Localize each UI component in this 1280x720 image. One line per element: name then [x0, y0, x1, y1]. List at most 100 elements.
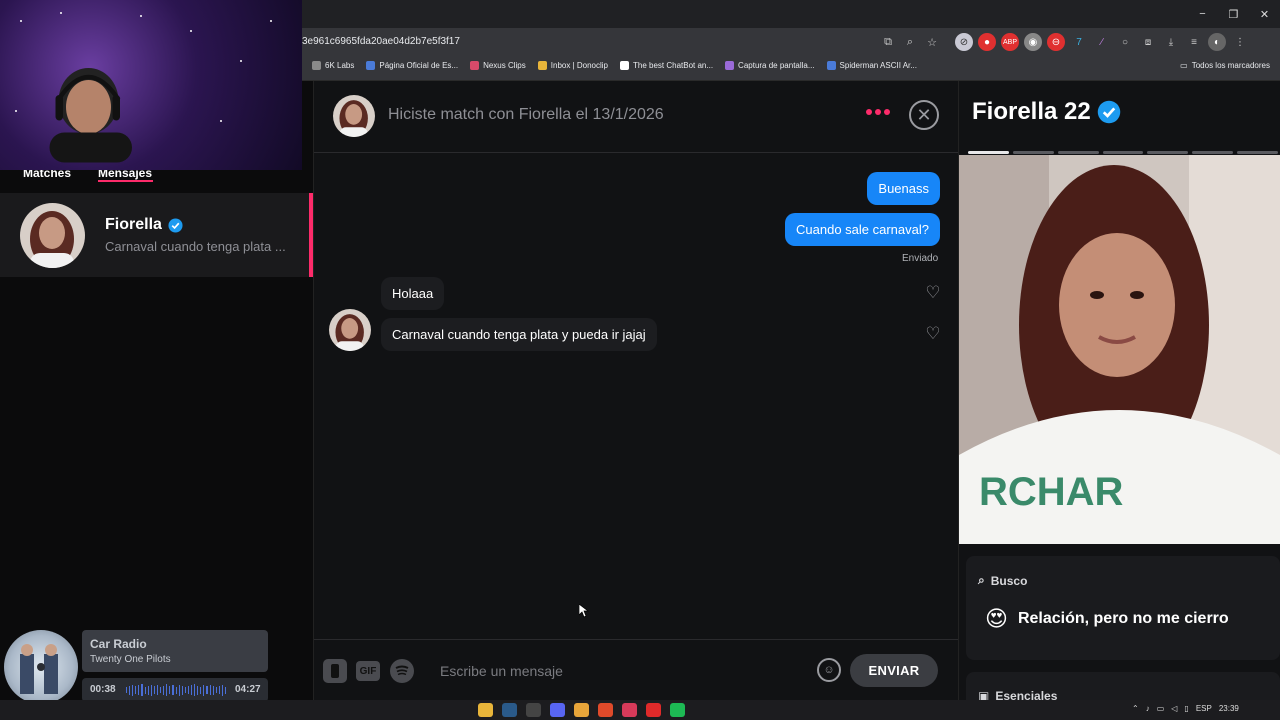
close-icon: ✕: [916, 104, 932, 125]
download-icon[interactable]: ⤓: [1162, 33, 1180, 51]
file-explorer-icon[interactable]: [478, 703, 493, 717]
bookmark-item[interactable]: Spiderman ASCII Ar...: [826, 61, 917, 70]
waveform-bar: [221, 684, 223, 696]
outgoing-message: Buenass: [867, 172, 940, 205]
svg-text:RCHAR: RCHAR: [979, 470, 1124, 514]
photo-indicator[interactable]: [1147, 151, 1189, 154]
profile-icon[interactable]: ◐: [1208, 33, 1226, 51]
restore-button[interactable]: ❐: [1218, 0, 1249, 28]
song-artist: Twenty One Pilots: [90, 654, 171, 665]
network-icon[interactable]: ▭: [1157, 704, 1165, 713]
waveform-bar: [153, 686, 155, 694]
url-text[interactable]: 3e961c6965fda20ae04d2b7e5f3f17: [302, 36, 460, 47]
clock[interactable]: 23:39: [1219, 704, 1239, 713]
chevron-up-icon[interactable]: ⌃: [1132, 704, 1139, 713]
incoming-message: Carnaval cuando tenga plata y pueda ir j…: [381, 318, 657, 351]
like-heart-icon[interactable]: ♡: [924, 325, 942, 343]
more-options-button[interactable]: [866, 109, 890, 115]
bookmark-favicon-icon: [620, 61, 629, 70]
send-button[interactable]: ENVIAR: [850, 654, 938, 687]
extension-icon[interactable]: ∕: [1093, 33, 1111, 51]
song-total-time: 04:27: [235, 684, 261, 695]
install-app-icon[interactable]: ⧉: [880, 33, 896, 51]
waveform-bar: [206, 686, 208, 694]
sticker-button[interactable]: [323, 659, 347, 683]
waveform-bar: [194, 684, 196, 696]
mouse-cursor-icon: [579, 604, 589, 618]
waveform-bar: [190, 685, 193, 695]
like-heart-icon[interactable]: ♡: [924, 284, 942, 302]
avatar[interactable]: [333, 95, 375, 137]
photo-indicator[interactable]: [1237, 151, 1279, 154]
discord-icon[interactable]: [550, 703, 565, 717]
spotify-app-icon[interactable]: [670, 703, 685, 717]
volume-icon[interactable]: ◁: [1171, 704, 1177, 713]
profile-name-age: Fiorella 22: [972, 98, 1121, 126]
media-icon[interactable]: ≡: [1185, 33, 1203, 51]
extension-icon[interactable]: 7: [1070, 33, 1088, 51]
dot-icon: [866, 109, 872, 115]
waveform-bar: [178, 684, 180, 696]
extension-icon[interactable]: ABP: [1001, 33, 1019, 51]
avatar[interactable]: [20, 203, 85, 268]
extension-icon[interactable]: ○: [1116, 33, 1134, 51]
chrome-icon[interactable]: [574, 703, 589, 717]
webcam-overlay: [0, 0, 302, 170]
looking-for-value: 😍 Relación, pero no me cierro: [985, 606, 1229, 631]
extension-icon[interactable]: ⊘: [955, 33, 973, 51]
bookmark-star-icon[interactable]: ☆: [924, 33, 940, 51]
all-bookmarks[interactable]: ▭ Todos los marcadores: [1180, 61, 1270, 70]
close-window-button[interactable]: ✕: [1249, 0, 1280, 28]
photo-indicator[interactable]: [1012, 151, 1054, 154]
waveform-bar: [215, 687, 217, 693]
extension-icon[interactable]: ◉: [1024, 33, 1042, 51]
bookmark-item[interactable]: Inbox | Donoclip: [537, 61, 608, 70]
waveform-bar: [132, 684, 134, 696]
bookmark-favicon-icon: [366, 61, 376, 70]
photo-indicator[interactable]: [1057, 151, 1099, 154]
photo-indicator[interactable]: [1192, 151, 1234, 154]
puzzle-icon[interactable]: ⧈: [1139, 33, 1157, 51]
waveform-bar: [172, 685, 174, 695]
youtube-icon[interactable]: [646, 703, 661, 717]
verified-badge-icon: [1097, 100, 1120, 124]
folder-icon: ▭: [1180, 61, 1188, 70]
avatar[interactable]: [329, 309, 371, 351]
zoom-icon[interactable]: ⌕: [902, 33, 918, 51]
steam-icon[interactable]: [502, 703, 517, 717]
bookmark-item[interactable]: The best ChatBot an...: [620, 61, 713, 70]
emoji-button[interactable]: ☺: [817, 658, 841, 682]
taskbar-apps: [478, 703, 685, 717]
bookmark-item[interactable]: Página Oficial de Es...: [366, 61, 458, 70]
brave-icon[interactable]: [598, 703, 613, 717]
waveform-bar: [212, 685, 214, 695]
photo-indicator[interactable]: [1102, 151, 1144, 154]
extension-icon[interactable]: ●: [978, 33, 996, 51]
bookmark-favicon-icon: [826, 61, 836, 70]
bookmark-item[interactable]: Nexus Clips: [470, 61, 526, 70]
audio-waveform: [126, 684, 227, 696]
microphone-icon[interactable]: ♪: [1146, 704, 1150, 713]
address-bar-actions: ⧉ ⌕ ☆: [880, 33, 940, 51]
photo-indicator[interactable]: [968, 151, 1009, 154]
bookmark-item[interactable]: 6K Labs: [312, 61, 354, 70]
waveform-bar: [160, 687, 162, 693]
menu-icon[interactable]: ⋮: [1231, 33, 1249, 51]
spotify-button[interactable]: [390, 659, 414, 683]
close-chat-button[interactable]: ✕: [909, 100, 939, 130]
extension-icon[interactable]: ⊖: [1047, 33, 1065, 51]
gif-button[interactable]: GIF: [356, 661, 380, 681]
obs-icon[interactable]: [526, 703, 541, 717]
language-indicator[interactable]: ESP: [1196, 704, 1212, 713]
song-current-time: 00:38: [90, 684, 116, 695]
battery-icon[interactable]: ▯: [1184, 704, 1188, 713]
message-input[interactable]: [440, 660, 800, 682]
waveform-bar: [126, 687, 128, 693]
profile-photo[interactable]: RCHAR: [959, 155, 1280, 544]
bookmark-item[interactable]: Captura de pantalla...: [725, 61, 815, 70]
minimize-button[interactable]: −: [1187, 0, 1218, 28]
waveform-bar: [225, 686, 227, 694]
waveform-bar: [184, 687, 186, 693]
waveform-bar: [203, 684, 205, 696]
media-app-icon[interactable]: [622, 703, 637, 717]
